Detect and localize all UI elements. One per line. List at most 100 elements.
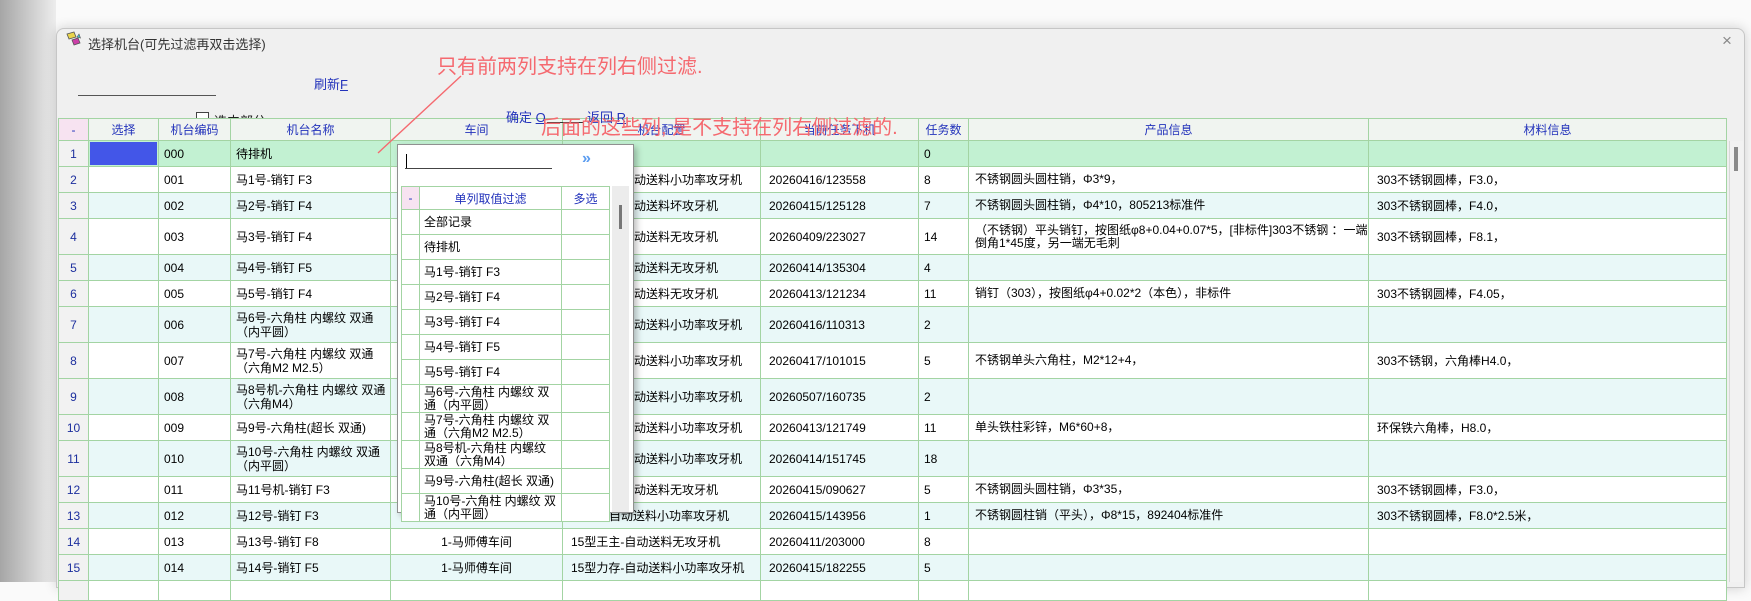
cell-current-task: 20260414/151745 [761, 441, 919, 477]
popup-filter-item[interactable]: 马6号-六角柱 内螺纹 双通（内平圆） [402, 385, 610, 413]
left-gradient-band [0, 0, 56, 582]
table-row[interactable]: 2001马1号-销钉 F3动送料小功率攻牙机20260416/1235588不锈… [59, 167, 1727, 193]
popup-item-dash-cell [402, 210, 420, 235]
refresh-hotkey: F [340, 77, 348, 92]
cell-current-task: 20260416/110313 [761, 307, 919, 343]
cell-machine-code: 009 [159, 415, 231, 441]
cell-task-count: 11 [919, 415, 969, 441]
confirm-button[interactable]: 确定 O [506, 107, 546, 126]
table-row[interactable]: 13012马12号-销钉 F31-马师傅车间王主-自动送料小功率攻牙机20260… [59, 503, 1727, 529]
popup-filter-header[interactable]: 单列取值过滤 [420, 187, 562, 210]
table-row[interactable]: 6005马5号-销钉 F4动送料无攻牙机20260413/12123411销钉（… [59, 281, 1727, 307]
popup-filter-item[interactable]: 马4号-销钉 F5 [402, 335, 610, 360]
cell-product-info [969, 555, 1369, 581]
cell-row-number: 3 [59, 193, 89, 219]
cell-machine-config: 15型王主-自动送料无攻牙机 [563, 529, 761, 555]
cell-empty [59, 581, 89, 601]
column-header-9[interactable]: 材料信息 [1369, 119, 1727, 141]
popup-filter-item[interactable]: 马7号-六角柱 内螺纹 双通（六角M2 M2.5） [402, 413, 610, 441]
cell-select [89, 529, 159, 555]
cell-task-count: 7 [919, 193, 969, 219]
column-header-8[interactable]: 产品信息 [969, 119, 1369, 141]
popup-filter-item[interactable]: 全部记录 [402, 210, 610, 235]
popup-scrollbar[interactable] [612, 186, 629, 512]
table-row[interactable]: 15014马14号-销钉 F51-马师傅车间15型力存-自动送料小功率攻牙机20… [59, 555, 1727, 581]
cell-empty [919, 581, 969, 601]
filter-input[interactable] [78, 80, 216, 96]
popup-filter-item[interactable]: 马3号-销钉 F4 [402, 310, 610, 335]
table-vertical-scrollbar[interactable] [1729, 141, 1743, 582]
popup-filter-item[interactable]: 马1号-销钉 F3 [402, 260, 610, 285]
cell-material-info [1369, 255, 1727, 281]
expand-chevron-icon[interactable]: » [582, 150, 591, 168]
popup-item-dash-cell [402, 335, 420, 360]
popup-item-multi-cell [562, 310, 610, 335]
popup-item-multi-cell [562, 235, 610, 260]
popup-filter-item[interactable]: 马5号-销钉 F4 [402, 360, 610, 385]
cell-current-task: 20260415/143956 [761, 503, 919, 529]
cell-task-count: 11 [919, 281, 969, 307]
cell-material-info [1369, 441, 1727, 477]
cell-task-count: 0 [919, 141, 969, 167]
popup-multi-header[interactable]: 多选 [562, 187, 610, 210]
cell-task-count: 18 [919, 441, 969, 477]
popup-filter-item[interactable]: 待排机 [402, 235, 610, 260]
column-header-1[interactable]: 选择 [89, 119, 159, 141]
cell-machine-code: 005 [159, 281, 231, 307]
annotation-line1: 只有前两列支持在列右侧过滤. [437, 50, 703, 79]
cell-material-info: 303不锈钢圆棒，F8.1， [1369, 219, 1727, 255]
table-row[interactable]: 3002马2号-销钉 F4动送料坏攻牙机20260415/1251287不锈钢圆… [59, 193, 1727, 219]
popup-item-dash-cell [402, 360, 420, 385]
popup-item-dash-cell [402, 469, 420, 494]
refresh-button[interactable]: 刷新F [314, 74, 348, 93]
cell-row-number: 7 [59, 307, 89, 343]
close-icon[interactable]: × [1716, 31, 1738, 51]
popup-filter-item[interactable]: 马9号-六角柱(超长 双通) [402, 469, 610, 494]
popup-dash-header: - [402, 187, 420, 210]
cell-select [89, 503, 159, 529]
column-header-3[interactable]: 机台名称 [231, 119, 391, 141]
table-row[interactable]: 7006马6号-六角柱 内螺纹 双通（内平圆）动送料小功率攻牙机20260416… [59, 307, 1727, 343]
table-row[interactable]: 5004马4号-销钉 F5动送料无攻牙机20260414/1353044 [59, 255, 1727, 281]
column-header-2[interactable]: 机台编码 [159, 119, 231, 141]
cell-row-number: 9 [59, 379, 89, 415]
cell-current-task: 20260413/121749 [761, 415, 919, 441]
cell-select [89, 281, 159, 307]
popup-item-dash-cell [402, 260, 420, 285]
column-header-0[interactable]: - [59, 119, 89, 141]
table-row[interactable]: 4003马3号-销钉 F4动送料无攻牙机20260409/22302714（不锈… [59, 219, 1727, 255]
popup-item-label: 全部记录 [420, 210, 562, 235]
cell-machine-code: 014 [159, 555, 231, 581]
popup-scrollbar-thumb[interactable] [619, 205, 622, 229]
popup-item-multi-cell [562, 210, 610, 235]
cell-product-info: 单头铁柱彩锌，M6*60+8， [969, 415, 1369, 441]
cell-row-number: 4 [59, 219, 89, 255]
popup-item-dash-cell [402, 385, 420, 413]
table-row[interactable]: 1000待排机0 [59, 141, 1727, 167]
popup-filter-item[interactable]: 马2号-销钉 F4 [402, 285, 610, 310]
cell-row-number: 5 [59, 255, 89, 281]
cell-task-count: 2 [919, 307, 969, 343]
cell-task-count: 5 [919, 477, 969, 503]
popup-filter-input[interactable] [405, 152, 552, 169]
table-row[interactable]: 11010马10号-六角柱 内螺纹 双通（内平圆）动送料小功率攻牙机202604… [59, 441, 1727, 477]
cell-product-info [969, 529, 1369, 555]
cell-row-number: 10 [59, 415, 89, 441]
popup-filter-item[interactable]: 马8号机-六角柱 内螺纹 双通（六角M4） [402, 441, 610, 469]
cell-machine-name: 马9号-六角柱(超长 双通) [231, 415, 391, 441]
cell-row-number: 2 [59, 167, 89, 193]
cell-product-info: 不锈钢圆头圆柱销，Φ3*9， [969, 167, 1369, 193]
table-row[interactable]: 12011马11号机-销钉 F3动送料无攻牙机20260415/0906275不… [59, 477, 1727, 503]
table-row[interactable]: 8007马7号-六角柱 内螺纹 双通（六角M2 M2.5）动送料小功率攻牙机20… [59, 343, 1727, 379]
cell-current-task: 20260415/090627 [761, 477, 919, 503]
cell-empty [563, 581, 761, 601]
cell-select [89, 415, 159, 441]
popup-filter-item[interactable]: 马10号-六角柱 内螺纹 双通（内平圆） [402, 494, 610, 522]
column-header-7[interactable]: 任务数 [919, 119, 969, 141]
table-row[interactable]: 14013马13号-销钉 F81-马师傅车间15型王主-自动送料无攻牙机2026… [59, 529, 1727, 555]
table-row[interactable]: 9008马8号机-六角柱 内螺纹 双通（六角M4）动送料小功率攻牙机202605… [59, 379, 1727, 415]
cell-product-info: 不锈钢圆头圆柱销，Φ4*10，805213标准件 [969, 193, 1369, 219]
table-row[interactable]: 10009马9号-六角柱(超长 双通)动送料小功率攻牙机20260413/121… [59, 415, 1727, 441]
cell-machine-name: 马11号机-销钉 F3 [231, 477, 391, 503]
table-scrollbar-thumb[interactable] [1734, 147, 1738, 171]
